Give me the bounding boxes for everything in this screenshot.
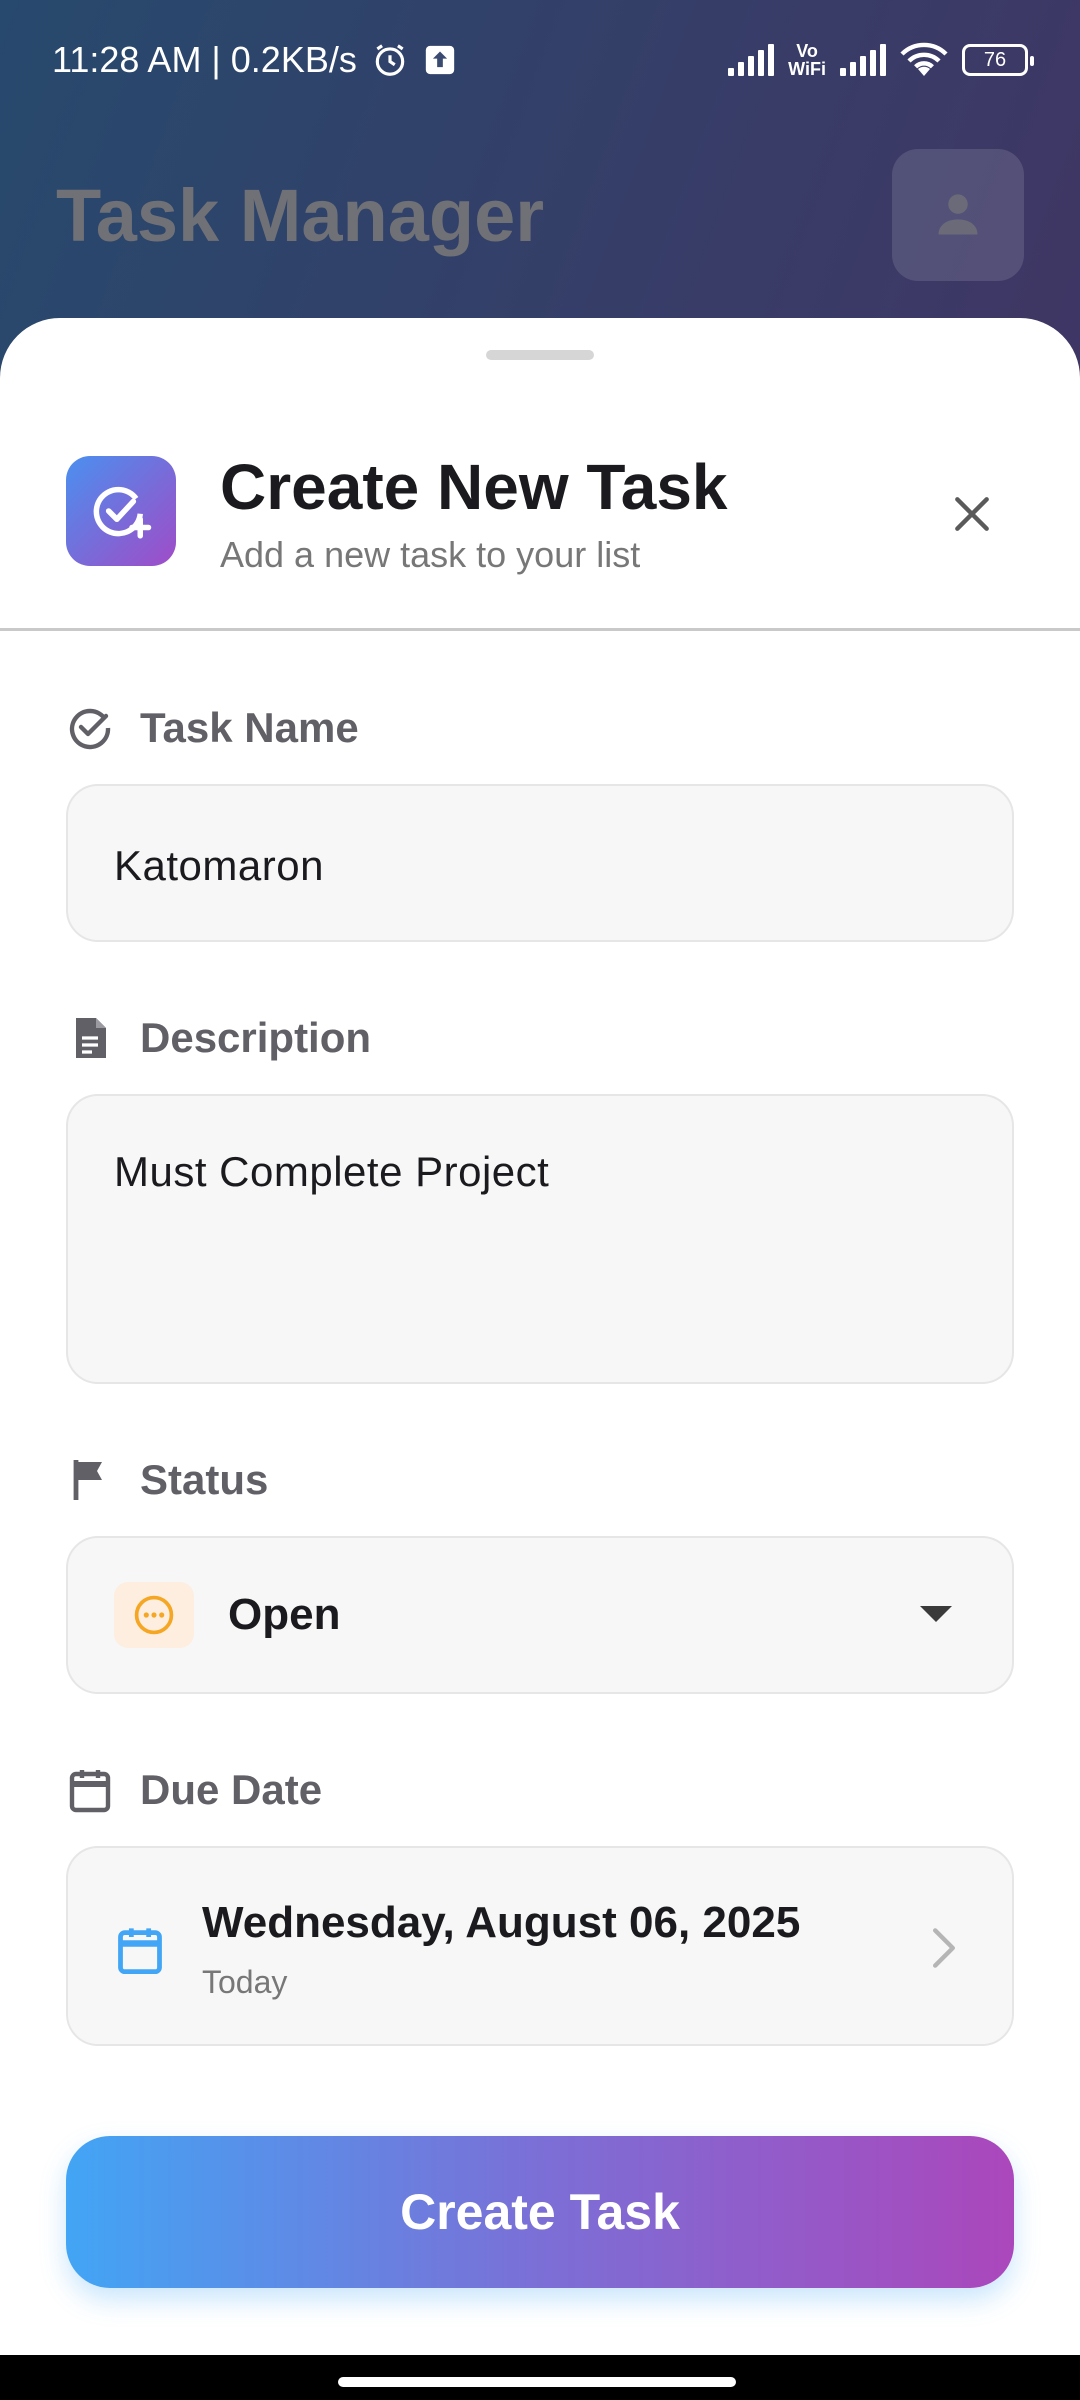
status-label-text: Status: [140, 1456, 269, 1503]
battery-icon: 76: [962, 44, 1034, 76]
wifi-icon: [900, 42, 948, 76]
description-input[interactable]: Must Complete Project: [66, 1094, 1014, 1384]
task-name-label-text: Task Name: [140, 704, 359, 751]
create-task-button[interactable]: Create Task: [66, 2136, 1014, 2288]
due-date-value: Wednesday, August 06, 2025: [202, 1898, 801, 1947]
vowifi-bottom-label: WiFi: [788, 59, 826, 79]
due-date-label: Due Date: [66, 1766, 322, 1814]
flag-icon: [73, 1460, 102, 1500]
dropdown-arrow-icon: [920, 1606, 952, 1622]
due-date-label-text: Due Date: [140, 1766, 323, 1813]
calendar-icon: [69, 1770, 111, 1813]
sheet-subtitle: Add a new task to your list: [220, 534, 641, 575]
pending-icon: [134, 1595, 174, 1635]
document-icon: [76, 1018, 106, 1058]
sheet-header: Create New Task Add a new task to your l…: [66, 451, 1014, 606]
app-title: Task Manager: [56, 173, 545, 257]
due-date-picker[interactable]: Wednesday, August 06, 2025 Today: [66, 1846, 1014, 2046]
status-label: Status: [66, 1456, 268, 1504]
profile-button[interactable]: [892, 149, 1024, 281]
sheet-title: Create New Task: [220, 451, 728, 523]
signal-icon-2: [840, 44, 886, 76]
close-button[interactable]: [936, 478, 1008, 550]
description-label: Description: [66, 1014, 371, 1062]
date-calendar-icon: [118, 1928, 162, 1975]
description-label-text: Description: [140, 1014, 372, 1061]
person-icon: [938, 194, 978, 235]
drag-handle[interactable]: [486, 350, 594, 360]
check-circle-icon: [69, 708, 111, 750]
task-name-label: Task Name: [66, 704, 359, 752]
task-name-input[interactable]: Katomaron: [66, 784, 1014, 942]
task-add-icon: [66, 456, 176, 566]
vowifi-top-label: Vo: [796, 41, 818, 61]
home-indicator[interactable]: [338, 2377, 736, 2387]
task-name-value: Katomaron: [114, 842, 324, 889]
battery-level: 76: [983, 48, 1007, 71]
status-dropdown[interactable]: Open: [66, 1536, 1014, 1694]
vowifi-icon: Vo WiFi: [788, 42, 826, 78]
navigation-bar: [0, 2355, 1080, 2400]
signal-icon: [728, 44, 775, 76]
create-task-sheet: Create New Task Add a new task to your l…: [0, 318, 1080, 2355]
status-bar-right: Vo WiFi 76: [728, 42, 1034, 78]
upload-icon: [425, 45, 455, 75]
status-bar-left: 11:28 AM | 0.2KB/s: [52, 39, 457, 81]
description-value: Must Complete Project: [114, 1148, 550, 1195]
header-divider: [0, 628, 1080, 631]
status-chip: [114, 1582, 194, 1648]
close-icon: [955, 497, 989, 531]
status-value: Open: [228, 1590, 341, 1639]
chevron-right-icon: [932, 1928, 955, 1968]
status-time-speed: 11:28 AM | 0.2KB/s: [52, 39, 357, 80]
status-bar: 11:28 AM | 0.2KB/s Vo WiFi 76: [0, 0, 1080, 120]
alarm-icon: [375, 44, 405, 76]
app-header: Task Manager: [56, 148, 1024, 282]
due-date-relative: Today: [202, 1964, 288, 2000]
